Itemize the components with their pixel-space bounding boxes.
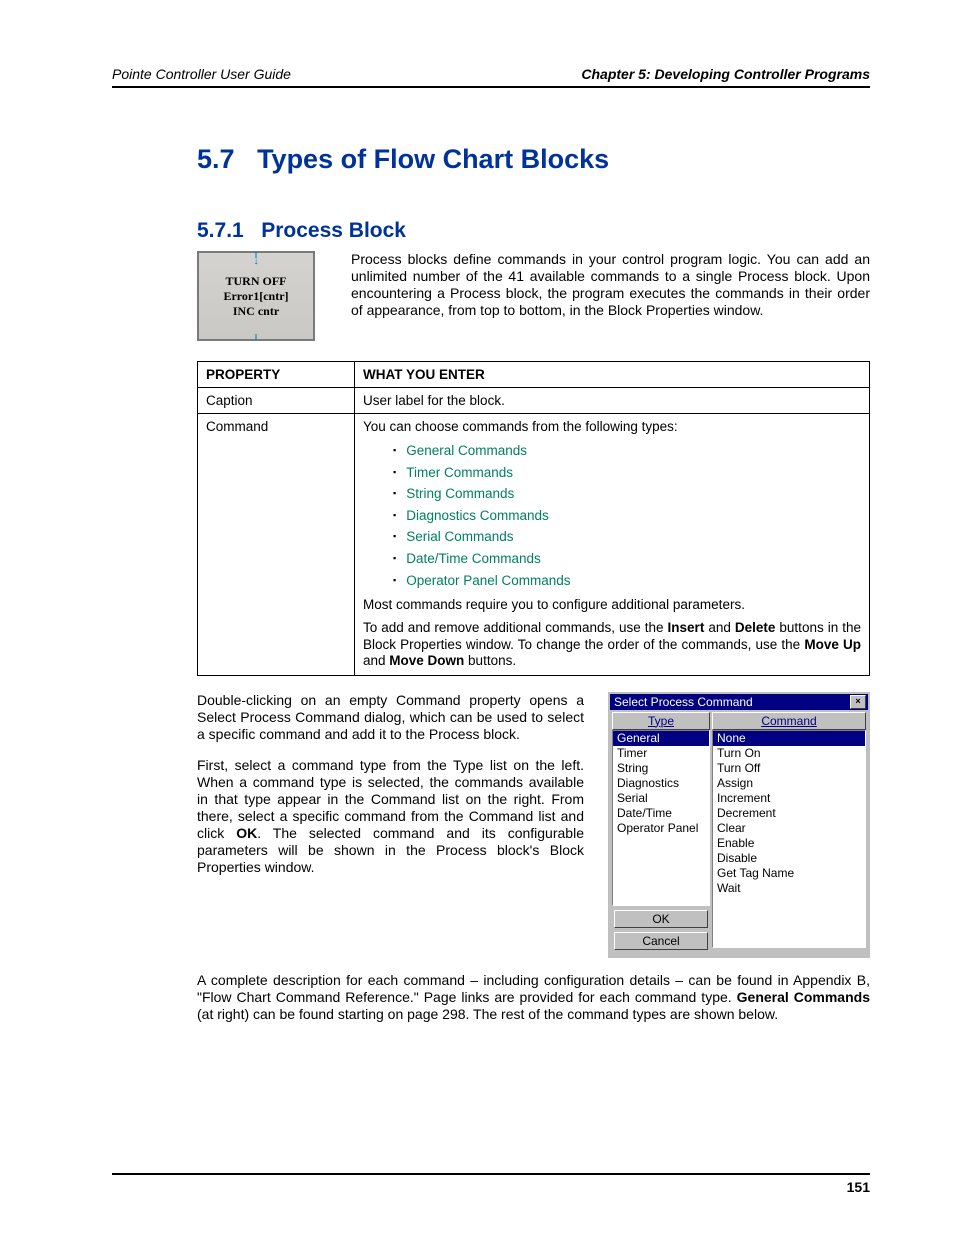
type-list-item[interactable]: Date/Time [613,806,709,821]
properties-table: PROPERTY WHAT YOU ENTER Caption User lab… [197,361,870,676]
command-list-item[interactable]: Assign [713,776,865,791]
command-type-anchor[interactable]: String Commands [406,486,514,501]
command-list-item[interactable]: Clear [713,821,865,836]
command-type-anchor[interactable]: Serial Commands [406,529,513,544]
prop-command-label: Command [198,414,355,676]
fig-line1: TURN OFF [226,274,287,289]
command-type-link: General Commands [393,440,861,462]
ok-button[interactable]: OK [614,910,708,928]
body-para-1: Double-clicking on an empty Command prop… [197,692,584,743]
fig-line3: INC cntr [233,304,279,319]
type-list-item[interactable]: Serial [613,791,709,806]
command-list-item[interactable]: Turn Off [713,761,865,776]
type-list-item[interactable]: General [613,731,709,746]
footer-rule [112,1173,870,1175]
type-listbox[interactable]: GeneralTimerStringDiagnosticsSerialDate/… [612,730,710,906]
command-type-anchor[interactable]: Diagnostics Commands [406,508,549,523]
command-list-item[interactable]: Decrement [713,806,865,821]
command-type-anchor[interactable]: General Commands [406,443,527,458]
select-process-command-dialog: Select Process Command × Type GeneralTim… [608,692,870,958]
type-list-item[interactable]: Timer [613,746,709,761]
command-type-link: Timer Commands [393,462,861,484]
command-list-item[interactable]: Turn On [713,746,865,761]
intro-paragraph: Process blocks define commands in your c… [351,251,870,319]
dialog-title: Select Process Command [614,695,753,709]
prop-command-cell: You can choose commands from the followi… [355,414,870,676]
process-block-figure: ↓ TURN OFF Error1[cntr] INC cntr [197,251,315,341]
command-header-button[interactable]: Command [712,712,866,730]
page-number: 151 [112,1179,870,1195]
command-type-link: Serial Commands [393,526,861,548]
command-type-link: Operator Panel Commands [393,570,861,592]
command-type-link: String Commands [393,483,861,505]
header-left: Pointe Controller User Guide [112,66,291,82]
command-mid: Most commands require you to configure a… [363,597,861,612]
command-list-item[interactable]: Enable [713,836,865,851]
type-list-item[interactable]: String [613,761,709,776]
type-header-button[interactable]: Type [612,712,710,730]
fig-line2: Error1[cntr] [223,289,288,304]
close-icon[interactable]: × [850,695,866,709]
command-type-anchor[interactable]: Timer Commands [406,465,513,480]
command-list-item[interactable]: Wait [713,881,865,896]
command-type-link: Date/Time Commands [393,548,861,570]
command-list-item[interactable]: None [713,731,865,746]
body-para-3: A complete description for each command … [197,972,870,1023]
prop-caption-label: Caption [198,388,355,414]
cancel-button[interactable]: Cancel [614,932,708,950]
header-right: Chapter 5: Developing Controller Program… [581,66,870,82]
command-type-anchor[interactable]: Operator Panel Commands [406,573,570,588]
section-heading: 5.7 Types of Flow Chart Blocks [197,144,870,175]
command-listbox[interactable]: NoneTurn OnTurn OffAssignIncrementDecrem… [712,730,866,948]
header-rule [112,86,870,88]
type-list-item[interactable]: Operator Panel [613,821,709,836]
type-list-item[interactable]: Diagnostics [613,776,709,791]
body-para-2: First, select a command type from the Ty… [197,757,584,877]
command-list-item[interactable]: Increment [713,791,865,806]
command-type-link: Diagnostics Commands [393,505,861,527]
command-end: To add and remove additional commands, u… [363,620,861,669]
command-type-anchor[interactable]: Date/Time Commands [406,551,541,566]
subsection-heading: 5.7.1 Process Block [197,219,870,243]
command-list-item[interactable]: Disable [713,851,865,866]
command-list-item[interactable]: Get Tag Name [713,866,865,881]
command-intro: You can choose commands from the followi… [363,419,861,434]
th-property: PROPERTY [198,362,355,388]
th-what: WHAT YOU ENTER [355,362,870,388]
prop-caption-value: User label for the block. [355,388,870,414]
